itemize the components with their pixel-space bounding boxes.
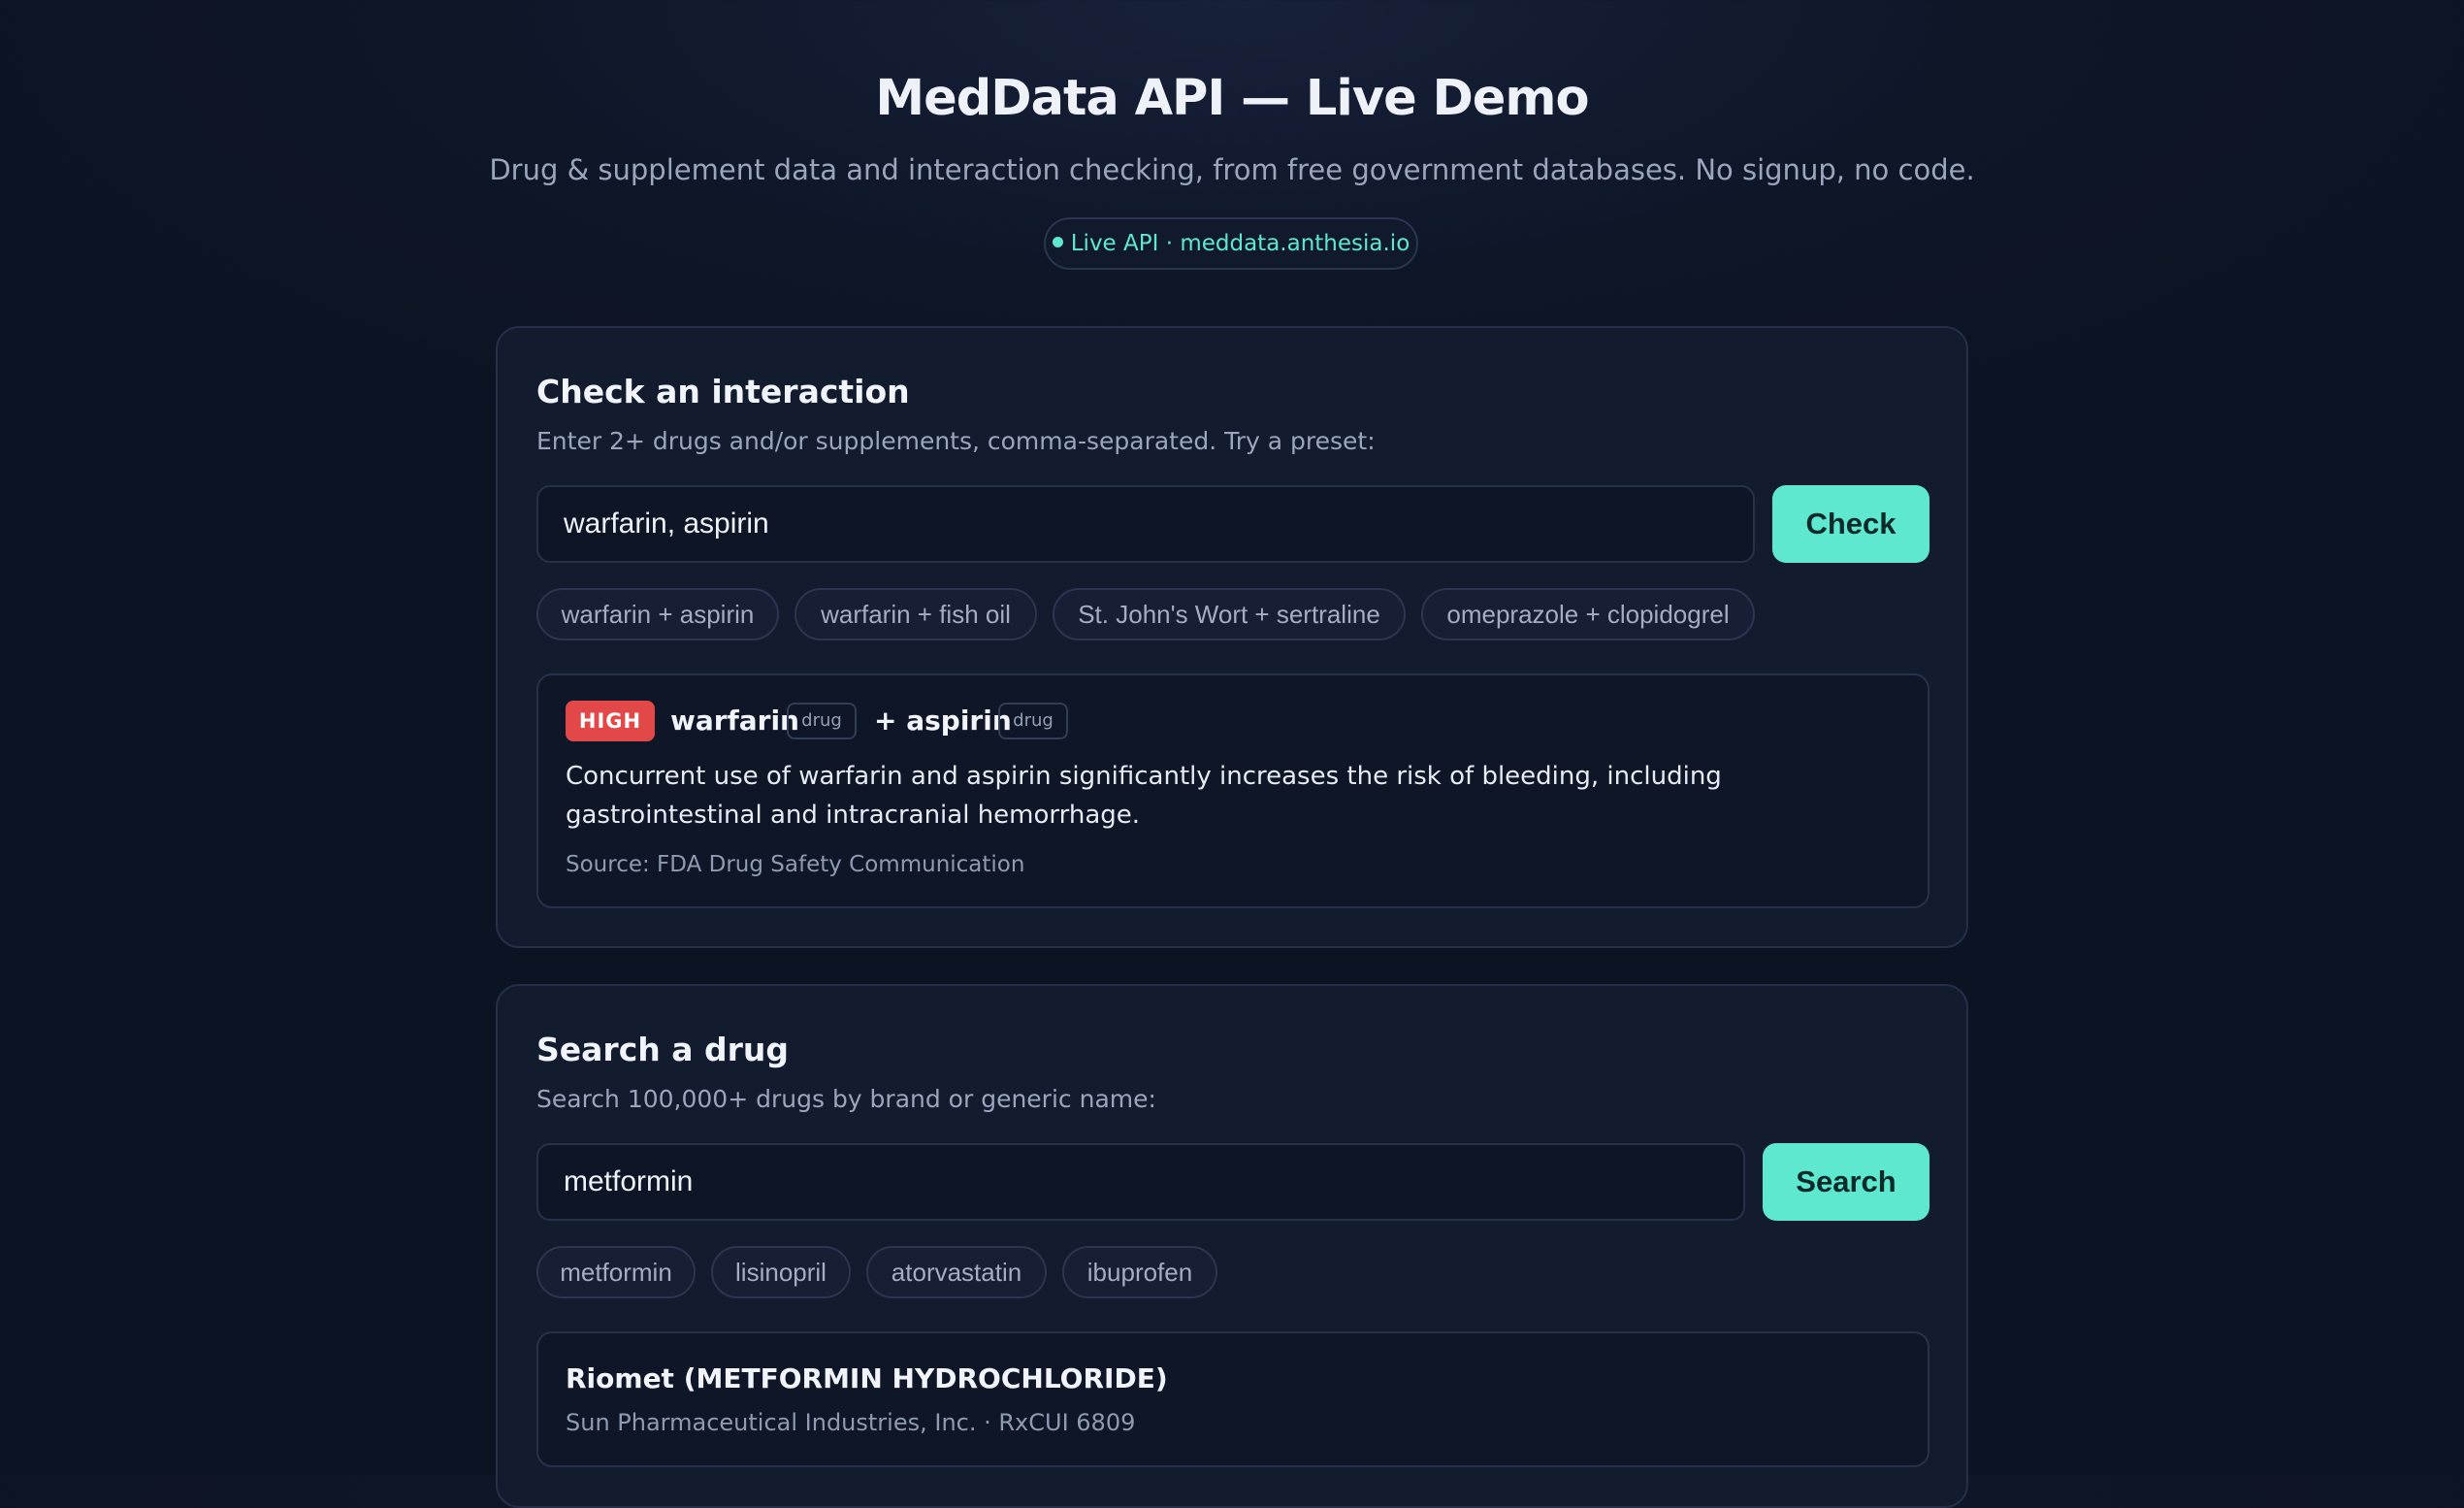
drug-a-name: warfarin xyxy=(670,705,799,737)
preset-chip-ibuprofen[interactable]: ibuprofen xyxy=(1062,1246,1217,1298)
drug-search-input[interactable]: metformin xyxy=(536,1143,1745,1221)
page-subtitle: Drug & supplement data and interaction c… xyxy=(489,153,1975,186)
severity-badge: HIGH xyxy=(566,701,655,741)
interaction-card-title: Check an interaction xyxy=(536,373,910,410)
interaction-source: Source: FDA Drug Safety Communication xyxy=(566,852,1025,877)
preset-chip-lisinopril[interactable]: lisinopril xyxy=(711,1246,851,1298)
search-button[interactable]: Search xyxy=(1763,1143,1929,1221)
search-card-title: Search a drug xyxy=(536,1031,790,1068)
check-button[interactable]: Check xyxy=(1772,485,1929,563)
interaction-result-card: HIGH warfarin drug + aspirin drug Concur… xyxy=(536,673,1929,908)
drug-a-type-tag: drug xyxy=(787,703,857,739)
preset-chip-warfarin-fish-oil[interactable]: warfarin + fish oil xyxy=(794,588,1037,640)
preset-chip-atorvastatin[interactable]: atorvastatin xyxy=(866,1246,1047,1298)
page-title: MedData API — Live Demo xyxy=(875,70,1589,127)
preset-chip-omeprazole-clopidogrel[interactable]: omeprazole + clopidogrel xyxy=(1421,588,1755,640)
drug-b-name: + aspirin xyxy=(874,705,1012,737)
interaction-card: Check an interaction Enter 2+ drugs and/… xyxy=(496,326,1968,948)
status-dot-icon xyxy=(1052,237,1063,247)
search-card: Search a drug Search 100,000+ drugs by b… xyxy=(496,984,1968,1508)
interaction-input[interactable]: warfarin, aspirin xyxy=(536,485,1755,563)
live-api-label: Live API · meddata.anthesia.io xyxy=(1070,231,1410,256)
preset-chip-st-johns-wort-sertraline[interactable]: St. John's Wort + sertraline xyxy=(1053,588,1406,640)
demo-page: MedData API — Live Demo Drug & supplemen… xyxy=(0,0,2464,1508)
drug-result-meta: Sun Pharmaceutical Industries, Inc. · Rx… xyxy=(566,1409,1136,1436)
drug-result-card[interactable]: Riomet (METFORMIN HYDROCHLORIDE) Sun Pha… xyxy=(536,1331,1929,1467)
drug-result-title: Riomet (METFORMIN HYDROCHLORIDE) xyxy=(566,1362,1168,1394)
preset-chip-metformin[interactable]: metformin xyxy=(536,1246,696,1298)
interaction-description: Concurrent use of warfarin and aspirin s… xyxy=(566,762,1722,830)
preset-chip-warfarin-aspirin[interactable]: warfarin + aspirin xyxy=(536,588,779,640)
interaction-card-description: Enter 2+ drugs and/or supplements, comma… xyxy=(536,427,1376,455)
drug-b-type-tag: drug xyxy=(998,703,1068,739)
search-card-description: Search 100,000+ drugs by brand or generi… xyxy=(536,1085,1156,1113)
live-api-badge[interactable]: Live API · meddata.anthesia.io xyxy=(1044,217,1418,270)
